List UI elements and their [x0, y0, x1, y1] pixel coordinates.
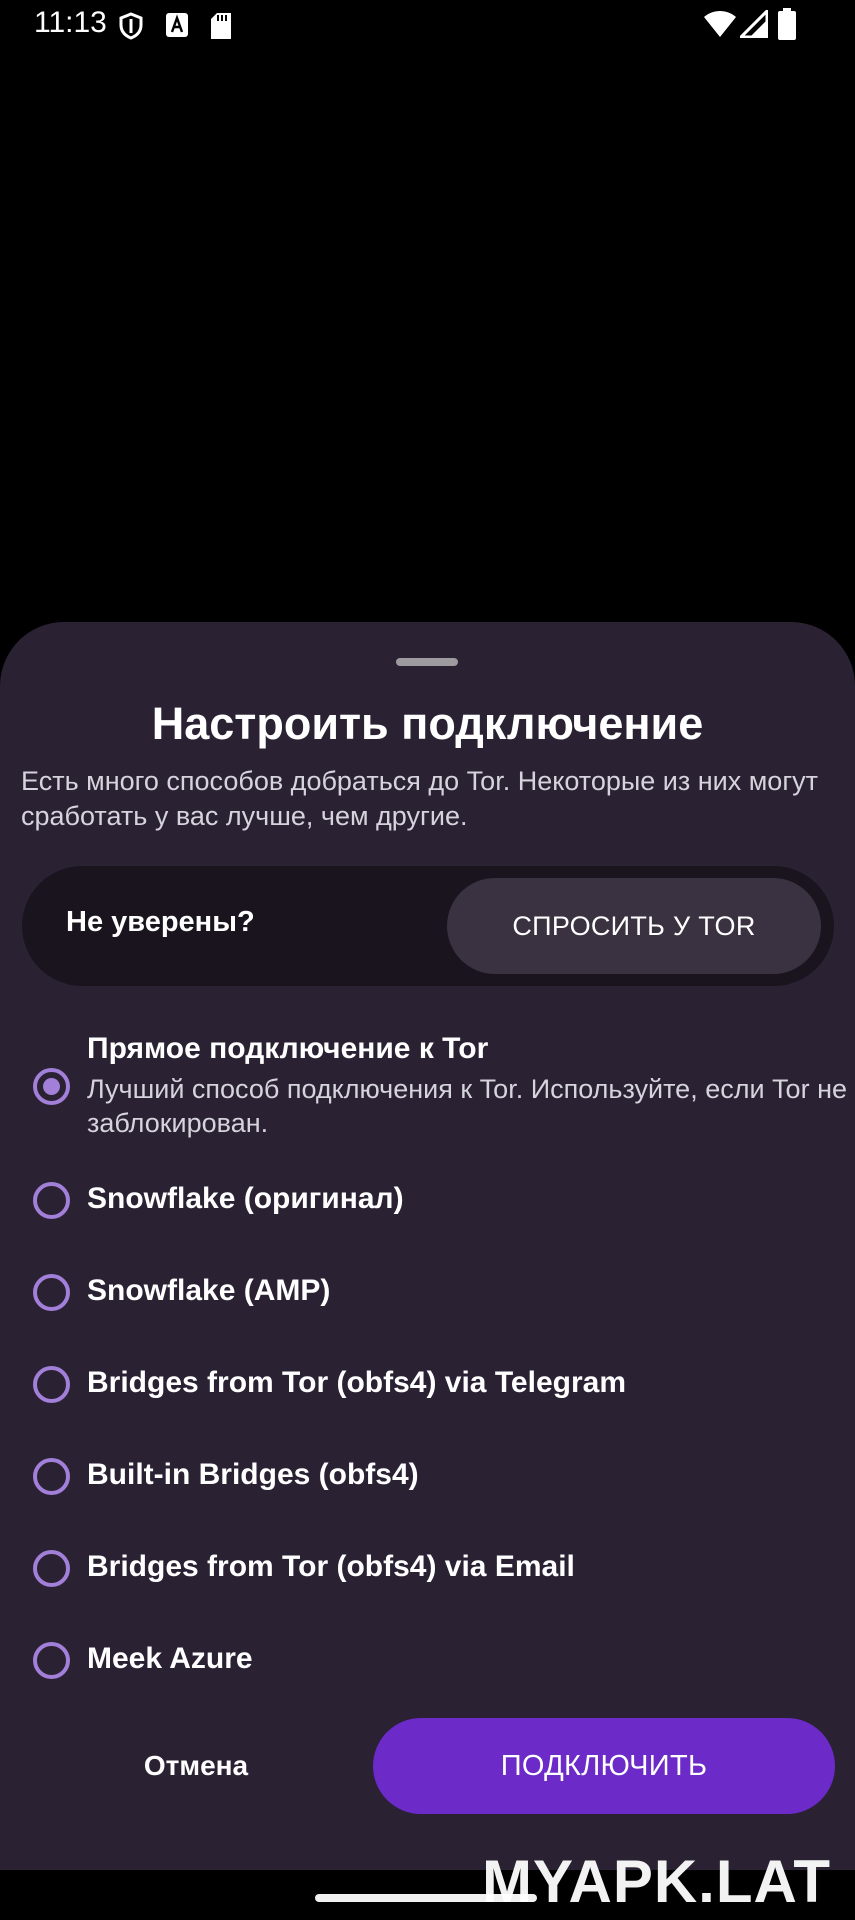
- status-time: 11:13: [34, 6, 107, 39]
- option-bridges-email[interactable]: Bridges from Tor (obfs4) via Email: [0, 1546, 855, 1610]
- option-snowflake-amp[interactable]: Snowflake (AMP): [0, 1270, 855, 1334]
- shield-icon: [118, 12, 144, 45]
- option-title: Meek Azure: [87, 1642, 253, 1675]
- radio-button[interactable]: [33, 1550, 70, 1587]
- signal-icon: [737, 7, 769, 43]
- option-title: Snowflake (оригинал): [87, 1182, 404, 1215]
- option-direct-connection[interactable]: Прямое подключение к Tor Лучший способ п…: [0, 1024, 855, 1138]
- radio-button[interactable]: [33, 1068, 70, 1105]
- ask-tor-card: Не уверены? СПРОСИТЬ У TOR: [22, 866, 834, 986]
- watermark: MYAPK.LAT: [482, 1848, 832, 1915]
- option-title: Bridges from Tor (obfs4) via Email: [87, 1550, 575, 1583]
- option-built-in-bridges[interactable]: Built-in Bridges (obfs4): [0, 1454, 855, 1518]
- screen: 11:13 Настроить подключение Есть много с…: [0, 0, 855, 1920]
- drag-handle[interactable]: [396, 658, 458, 666]
- sd-card-icon: [210, 12, 232, 45]
- wifi-icon: [703, 10, 737, 43]
- radio-button[interactable]: [33, 1366, 70, 1403]
- ask-tor-button[interactable]: СПРОСИТЬ У TOR: [447, 878, 821, 974]
- sheet-title: Настроить подключение: [151, 698, 704, 749]
- ask-label: Не уверены?: [66, 906, 255, 938]
- option-bridges-telegram[interactable]: Bridges from Tor (obfs4) via Telegram: [0, 1362, 855, 1426]
- radio-button[interactable]: [33, 1274, 70, 1311]
- battery-icon: [778, 8, 796, 45]
- option-meek-azure[interactable]: Meek Azure: [0, 1638, 855, 1702]
- sheet-description: Есть много способов добраться до Tor. Не…: [21, 766, 819, 831]
- connection-settings-sheet: Настроить подключение Есть много способо…: [0, 622, 855, 1870]
- radio-button[interactable]: [33, 1458, 70, 1495]
- status-bar: 11:13: [0, 0, 855, 50]
- option-title: Snowflake (AMP): [87, 1274, 331, 1307]
- cancel-button[interactable]: Отмена: [60, 1718, 332, 1814]
- radio-button[interactable]: [33, 1182, 70, 1219]
- option-title: Built-in Bridges (obfs4): [87, 1458, 419, 1491]
- connect-button[interactable]: ПОДКЛЮЧИТЬ: [373, 1718, 835, 1814]
- radio-button[interactable]: [33, 1642, 70, 1679]
- option-subtitle: Лучший способ подключения к Tor. Использ…: [87, 1074, 847, 1138]
- radio-dot: [43, 1078, 60, 1095]
- font-a-icon: [165, 12, 189, 43]
- option-title: Bridges from Tor (obfs4) via Telegram: [87, 1366, 626, 1399]
- option-snowflake-original[interactable]: Snowflake (оригинал): [0, 1178, 855, 1242]
- option-title: Прямое подключение к Tor: [87, 1032, 489, 1065]
